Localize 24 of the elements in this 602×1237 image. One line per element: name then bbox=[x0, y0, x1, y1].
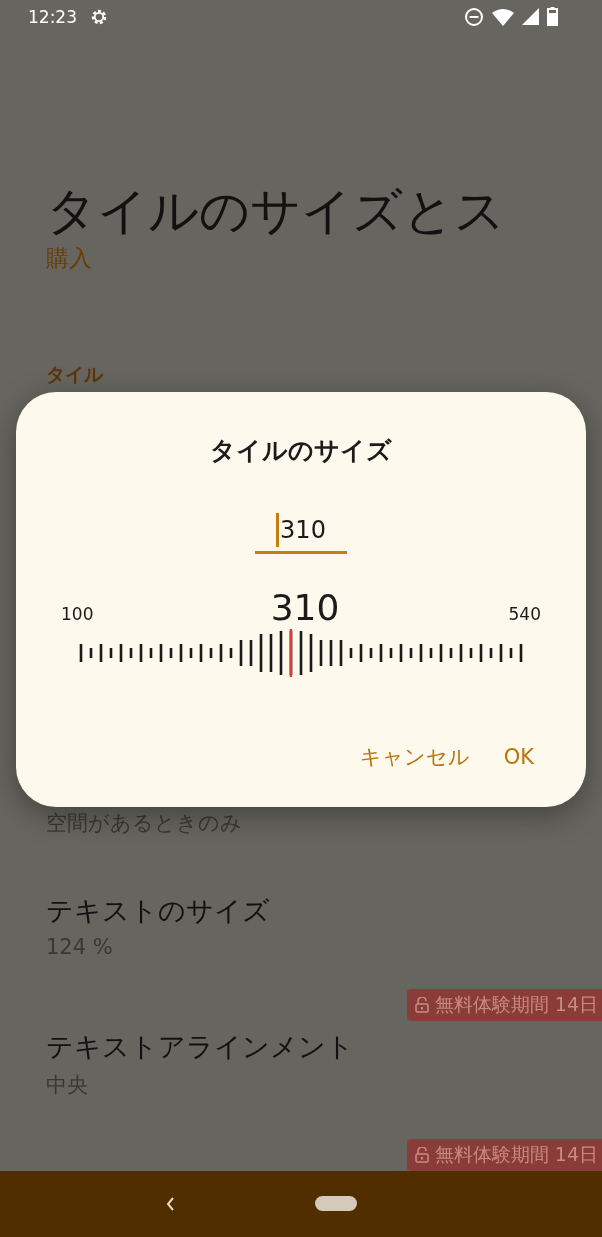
dialog-button[interactable]: キャンセル bbox=[359, 739, 470, 775]
status-time: 12:23 bbox=[28, 7, 77, 27]
signal-icon bbox=[522, 8, 539, 26]
dialog-button[interactable]: OK bbox=[503, 739, 534, 775]
do-not-disturb-icon bbox=[464, 7, 484, 27]
min-label: 100 bbox=[61, 604, 94, 624]
slider-marker[interactable] bbox=[289, 629, 293, 677]
gear-icon bbox=[89, 7, 109, 27]
battery-icon bbox=[547, 7, 558, 27]
home-handle[interactable] bbox=[315, 1196, 357, 1212]
number-input[interactable]: 310 bbox=[255, 513, 347, 554]
setting-title[interactable]: テキストのサイズ bbox=[46, 892, 602, 929]
page-title: タイルのサイズとス bbox=[46, 183, 506, 239]
badge-text: 無料体験期間 14日 bbox=[434, 991, 598, 1017]
slider-reading: 310 bbox=[270, 590, 340, 626]
wifi-icon bbox=[492, 8, 514, 26]
section-header: タイル bbox=[45, 361, 104, 387]
max-label: 540 bbox=[508, 604, 541, 624]
lock-icon bbox=[414, 1146, 429, 1163]
dialog-title: タイルのサイズ bbox=[210, 435, 392, 467]
setting-title[interactable]: テキストアラインメント bbox=[46, 1028, 602, 1065]
back-icon[interactable] bbox=[165, 1195, 175, 1212]
badge-text: 無料体験期間 14日 bbox=[434, 1141, 598, 1167]
lock-icon bbox=[414, 996, 429, 1013]
